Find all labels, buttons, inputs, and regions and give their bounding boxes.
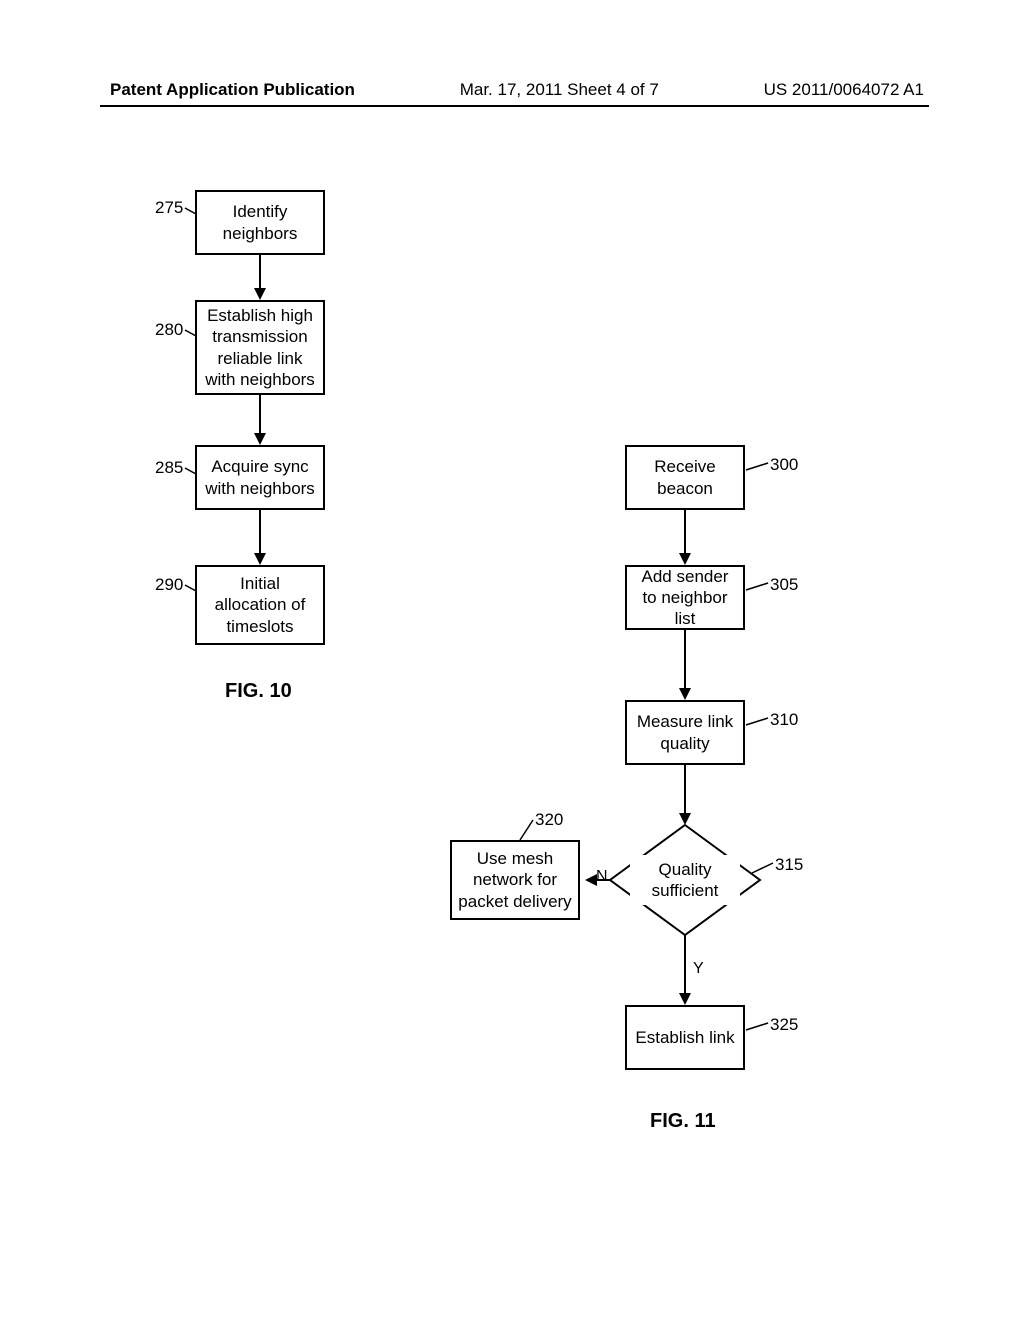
page: Patent Application Publication Mar. 17, … xyxy=(0,0,1024,1320)
fig11-leader-325 xyxy=(0,0,1024,1320)
fig11-caption: FIG. 11 xyxy=(650,1110,716,1133)
